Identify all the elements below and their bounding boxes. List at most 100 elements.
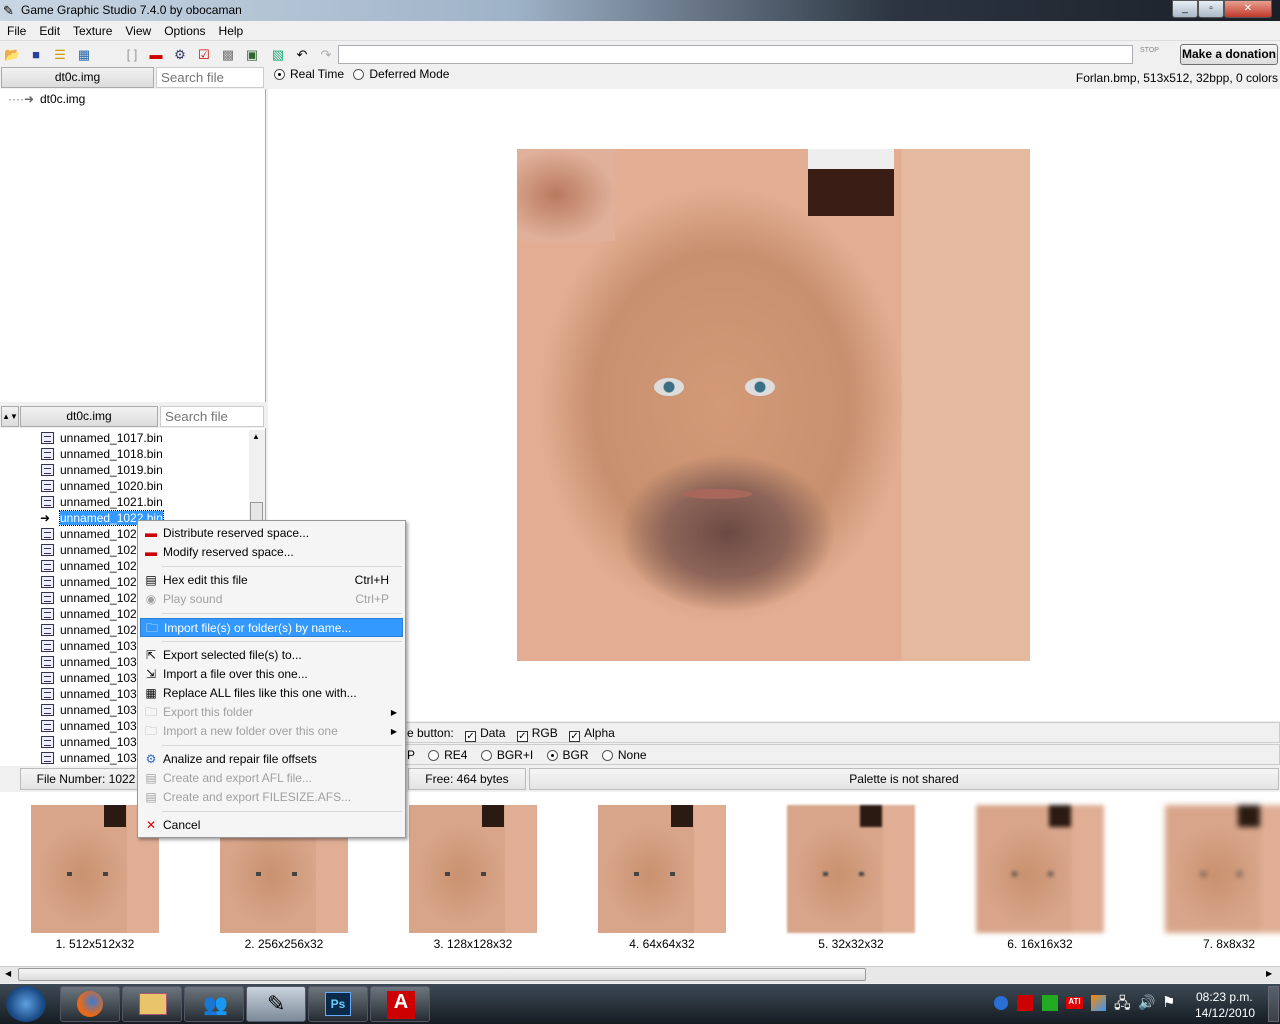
bgri-radio[interactable]: [480, 750, 492, 761]
menu-item[interactable]: 🗀 Import file(s) or folder(s) by name...: [140, 618, 403, 637]
panel-scroll-toggle[interactable]: ▲▼: [1, 406, 19, 427]
menu-item[interactable]: ⚙ Analize and repair file offsets: [140, 750, 403, 769]
menu-item[interactable]: 🗀 Export this folder ▶: [140, 703, 403, 722]
taskbar-avira[interactable]: A: [370, 986, 430, 1022]
tray-avira-icon[interactable]: [1017, 995, 1033, 1011]
h-scroll-thumb[interactable]: [18, 968, 866, 981]
taskbar-explorer[interactable]: [122, 986, 182, 1022]
file-list-item[interactable]: unnamed_1025.: [41, 558, 147, 574]
menu-item[interactable]: ▦ Replace ALL files like this one with...: [140, 684, 403, 703]
file-list-item[interactable]: unnamed_1030.: [41, 638, 147, 654]
stop-button[interactable]: STOP: [1140, 47, 1159, 54]
tree-item-root[interactable]: dt0c.img: [40, 92, 85, 106]
menu-item[interactable]: ▬ Distribute reserved space...: [140, 524, 403, 543]
save-icon[interactable]: ■: [28, 47, 44, 63]
top-panel-tab[interactable]: dt0c.img: [1, 67, 154, 88]
file-list-item[interactable]: unnamed_1023.: [41, 526, 147, 542]
scroll-right-icon[interactable]: ▶: [1266, 969, 1272, 978]
minimize-button[interactable]: _: [1172, 0, 1198, 18]
bracket-icon[interactable]: [ ]: [124, 47, 140, 63]
file-list-item[interactable]: unnamed_1035.: [41, 718, 147, 734]
file-list-item[interactable]: unnamed_1029.: [41, 622, 147, 638]
clock-date[interactable]: 14/12/2010: [1195, 1006, 1255, 1020]
menu-item[interactable]: ⇲ Import a file over this one...: [140, 665, 403, 684]
tray-ati-icon[interactable]: ATI: [1066, 997, 1083, 1009]
fit-image-icon[interactable]: ▣: [244, 47, 260, 63]
transparency-icon[interactable]: ▩: [220, 47, 236, 63]
none-radio[interactable]: [601, 750, 613, 761]
bottom-panel-tab[interactable]: dt0c.img: [20, 406, 158, 427]
redo-icon[interactable]: ↷: [318, 47, 334, 63]
tray-bluetooth-icon[interactable]: [994, 996, 1008, 1010]
menu-item[interactable]: ▬ Modify reserved space...: [140, 543, 403, 562]
menu-options[interactable]: Options: [157, 21, 211, 38]
mipmap-thumbnail[interactable]: [787, 805, 915, 933]
rgb-checkbox[interactable]: ✓: [516, 731, 528, 742]
file-list-item[interactable]: unnamed_1037.: [41, 750, 147, 766]
alpha-checkbox[interactable]: ✓: [569, 731, 581, 742]
address-input[interactable]: [338, 45, 1133, 64]
file-list-item[interactable]: unnamed_1017.bin: [41, 430, 163, 446]
file-list-item[interactable]: unnamed_1031.: [41, 654, 147, 670]
file-list-item[interactable]: unnamed_1032.: [41, 670, 147, 686]
taskbar-game-graphic-studio[interactable]: ✎: [246, 986, 306, 1022]
tray-action-center-icon[interactable]: ⚑: [1162, 993, 1175, 1011]
mipmap-thumbnail[interactable]: [409, 805, 537, 933]
ruler-icon[interactable]: ▬: [148, 47, 164, 63]
file-list-item[interactable]: unnamed_1034.: [41, 702, 147, 718]
real-time-radio[interactable]: [274, 69, 285, 80]
image-icon[interactable]: ▧: [270, 47, 286, 63]
menu-item[interactable]: ⇱ Export selected file(s) to...: [140, 646, 403, 665]
menu-item[interactable]: ▤ Create and export FILESIZE.AFS...: [140, 788, 403, 807]
file-list-item[interactable]: unnamed_1018.bin: [41, 446, 163, 462]
tray-network-icon[interactable]: 🖧: [1114, 993, 1131, 1018]
menu-item[interactable]: ▤ Hex edit this file Ctrl+H: [140, 571, 403, 590]
menu-help[interactable]: Help: [212, 21, 250, 38]
re4-radio[interactable]: [428, 750, 440, 761]
close-button[interactable]: ✕: [1224, 0, 1272, 18]
menu-edit[interactable]: Edit: [32, 21, 66, 38]
show-desktop-button[interactable]: [1268, 986, 1279, 1022]
taskbar-messenger[interactable]: 👥: [184, 986, 244, 1022]
file-list-item[interactable]: unnamed_1036.: [41, 734, 147, 750]
menu-item[interactable]: ◉ Play sound Ctrl+P: [140, 590, 403, 609]
grid-icon[interactable]: ▦: [76, 47, 92, 63]
file-list-item[interactable]: unnamed_1019.bin: [41, 462, 163, 478]
menu-item[interactable]: ✕ Cancel: [140, 816, 403, 835]
file-list-item[interactable]: unnamed_1033.: [41, 686, 147, 702]
taskbar-firefox[interactable]: [60, 986, 120, 1022]
deferred-mode-radio[interactable]: [353, 69, 365, 80]
scroll-left-icon[interactable]: ◀: [5, 969, 11, 978]
scroll-up-icon[interactable]: ▲: [252, 432, 260, 441]
donate-button[interactable]: Make a donation: [1180, 44, 1278, 65]
mipmap-thumbnail[interactable]: [1165, 805, 1280, 933]
file-list-item[interactable]: unnamed_1028.: [41, 606, 147, 622]
bgr-radio[interactable]: [546, 750, 558, 761]
menu-file[interactable]: File: [0, 21, 32, 38]
check-icon[interactable]: ☑: [196, 47, 212, 63]
mipmap-thumbnail[interactable]: [976, 805, 1104, 933]
menu-item[interactable]: 🗀 Import a new folder over this one ▶: [140, 722, 403, 741]
start-button[interactable]: [6, 986, 46, 1022]
horizontal-scrollbar[interactable]: ◀ ▶: [0, 966, 1280, 983]
clock-time[interactable]: 08:23 p.m.: [1196, 990, 1253, 1004]
undo-icon[interactable]: ↶: [294, 47, 310, 63]
gear-icon[interactable]: ⚙: [172, 47, 188, 63]
file-list-item[interactable]: unnamed_1026.: [41, 574, 147, 590]
open-icon[interactable]: 📂: [4, 47, 20, 63]
file-list-item[interactable]: unnamed_1024.: [41, 542, 147, 558]
tray-windows-update-icon[interactable]: [1091, 995, 1106, 1011]
menu-item[interactable]: ▤ Create and export AFL file...: [140, 769, 403, 788]
tray-volume-icon[interactable]: 🔊: [1138, 994, 1155, 1011]
file-list-item[interactable]: unnamed_1027.: [41, 590, 147, 606]
mipmap-thumbnail[interactable]: [598, 805, 726, 933]
taskbar-photoshop[interactable]: Ps: [308, 986, 368, 1022]
bottom-search-input[interactable]: [160, 406, 264, 427]
file-list-item[interactable]: unnamed_1021.bin: [41, 494, 163, 510]
top-search-input[interactable]: [156, 67, 264, 88]
menu-texture[interactable]: Texture: [66, 21, 118, 38]
file-list-item[interactable]: unnamed_1020.bin: [41, 478, 163, 494]
scroll-thumb[interactable]: [250, 502, 263, 522]
menu-view[interactable]: View: [118, 21, 157, 38]
maximize-button[interactable]: ▫: [1198, 0, 1224, 18]
